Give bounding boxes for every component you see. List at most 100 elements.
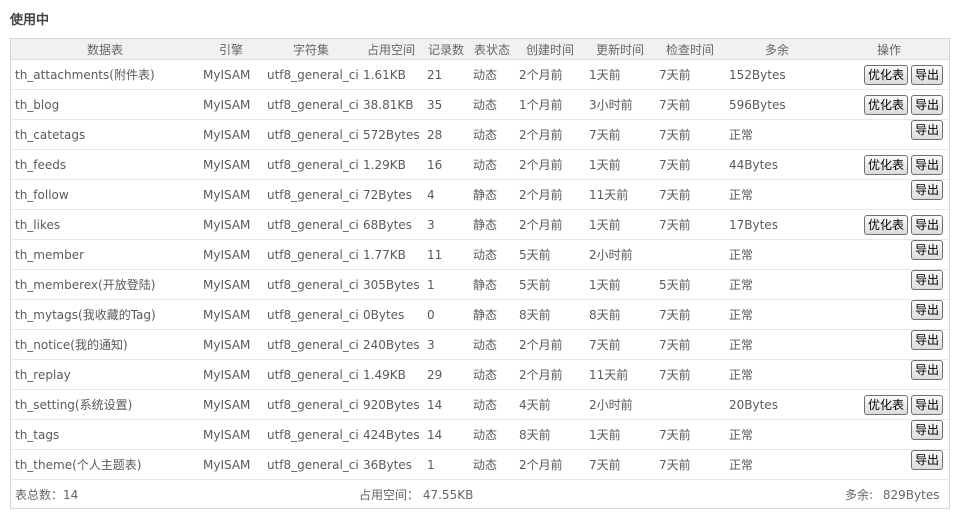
- cell-engine: MyISAM: [199, 419, 263, 450]
- cell-name: th_blog: [11, 89, 199, 120]
- export-table-button[interactable]: 导出: [910, 359, 943, 380]
- table-row: th_notice(我的通知) MyISAM utf8_general_ci 240B…: [11, 329, 949, 360]
- optimize-table-button[interactable]: 优化表: [863, 394, 908, 415]
- cell-rows: 29: [423, 359, 469, 390]
- cell-created: 8天前: [515, 299, 585, 330]
- footer-overhead-cell: 多余: 829Bytes: [515, 480, 949, 509]
- cell-updated: 7天前: [585, 119, 655, 150]
- export-table-button[interactable]: 导出: [910, 94, 943, 115]
- cell-overhead: 正常: [725, 419, 829, 450]
- export-table-button[interactable]: 导出: [910, 179, 943, 200]
- cell-status: 静态: [469, 299, 515, 330]
- cell-checked: 7天前: [655, 149, 725, 180]
- cell-engine: MyISAM: [199, 179, 263, 210]
- header-updated: 更新时间: [585, 39, 655, 60]
- cell-checked: 7天前: [655, 329, 725, 360]
- export-table-button[interactable]: 导出: [910, 329, 943, 350]
- cell-rows: 28: [423, 119, 469, 150]
- header-created: 创建时间: [515, 39, 585, 60]
- cell-size: 38.81KB: [359, 89, 423, 120]
- table-row: th_tags MyISAM utf8_general_ci 424Bytes 14 动态…: [11, 419, 949, 450]
- table-header-row: 数据表 引擎 字符集 占用空间 记录数 表状态 创建时间 更新时间 检查时间 多…: [11, 39, 949, 60]
- cell-name: th_setting(系统设置): [11, 389, 199, 420]
- cell-charset: utf8_general_ci: [263, 239, 359, 270]
- export-table-button[interactable]: 导出: [910, 419, 943, 440]
- cell-overhead: 正常: [725, 359, 829, 390]
- cell-engine: MyISAM: [199, 299, 263, 330]
- cell-overhead: 17Bytes: [725, 209, 829, 240]
- header-overhead: 多余: [725, 39, 829, 60]
- cell-charset: utf8_general_ci: [263, 179, 359, 210]
- cell-updated: 2小时前: [585, 389, 655, 420]
- cell-rows: 16: [423, 149, 469, 180]
- cell-checked: 7天前: [655, 59, 725, 90]
- tables-panel: 数据表 引擎 字符集 占用空间 记录数 表状态 创建时间 更新时间 检查时间 多…: [10, 38, 950, 509]
- cell-checked: 7天前: [655, 359, 725, 390]
- cell-size: 1.49KB: [359, 359, 423, 390]
- export-table-button[interactable]: 导出: [910, 214, 943, 235]
- cell-checked: 7天前: [655, 179, 725, 210]
- cell-charset: utf8_general_ci: [263, 419, 359, 450]
- cell-updated: 3小时前: [585, 89, 655, 120]
- cell-created: 8天前: [515, 419, 585, 450]
- cell-checked: [655, 239, 725, 270]
- cell-created: 2个月前: [515, 209, 585, 240]
- export-table-button[interactable]: 导出: [910, 64, 943, 85]
- cell-engine: MyISAM: [199, 239, 263, 270]
- optimize-table-button[interactable]: 优化表: [863, 154, 908, 175]
- cell-size: 1.61KB: [359, 59, 423, 90]
- optimize-table-button[interactable]: 优化表: [863, 214, 908, 235]
- cell-actions: 导出: [829, 419, 949, 450]
- cell-size: 72Bytes: [359, 179, 423, 210]
- export-table-button[interactable]: 导出: [910, 239, 943, 260]
- cell-rows: 3: [423, 209, 469, 240]
- cell-name: th_memberex(开放登陆): [11, 269, 199, 300]
- cell-status: 动态: [469, 329, 515, 360]
- cell-charset: utf8_general_ci: [263, 59, 359, 90]
- cell-charset: utf8_general_ci: [263, 119, 359, 150]
- table-row: th_likes MyISAM utf8_general_ci 68Bytes 3 静态 2…: [11, 209, 949, 240]
- cell-created: 5天前: [515, 269, 585, 300]
- header-engine: 引擎: [199, 39, 263, 60]
- cell-created: 1个月前: [515, 89, 585, 120]
- cell-checked: 7天前: [655, 209, 725, 240]
- export-table-button[interactable]: 导出: [910, 269, 943, 290]
- cell-overhead: 正常: [725, 239, 829, 270]
- optimize-table-button[interactable]: 优化表: [863, 94, 908, 115]
- table-row: th_replay MyISAM utf8_general_ci 1.49KB 29 动态…: [11, 359, 949, 390]
- cell-actions: 导出: [829, 359, 949, 390]
- optimize-table-button[interactable]: 优化表: [863, 64, 908, 85]
- cell-actions: 导出: [829, 329, 949, 360]
- cell-overhead: 44Bytes: [725, 149, 829, 180]
- cell-status: 动态: [469, 359, 515, 390]
- cell-size: 424Bytes: [359, 419, 423, 450]
- header-checked: 检查时间: [655, 39, 725, 60]
- cell-created: 2个月前: [515, 179, 585, 210]
- cell-overhead: 正常: [725, 119, 829, 150]
- export-table-button[interactable]: 导出: [910, 449, 943, 470]
- cell-updated: 7天前: [585, 449, 655, 480]
- cell-actions: 优化表 导出: [829, 209, 949, 240]
- cell-name: th_notice(我的通知): [11, 329, 199, 360]
- cell-rows: 3: [423, 329, 469, 360]
- cell-engine: MyISAM: [199, 149, 263, 180]
- footer-overhead-label: 多余:: [845, 487, 874, 502]
- header-status: 表状态: [469, 39, 515, 60]
- cell-overhead: 正常: [725, 269, 829, 300]
- export-table-button[interactable]: 导出: [910, 119, 943, 140]
- cell-engine: MyISAM: [199, 449, 263, 480]
- cell-checked: 7天前: [655, 89, 725, 120]
- cell-rows: 14: [423, 389, 469, 420]
- export-table-button[interactable]: 导出: [910, 299, 943, 320]
- cell-name: th_feeds: [11, 149, 199, 180]
- header-rows: 记录数: [423, 39, 469, 60]
- table-row: th_mytags(我收藏的Tag) MyISAM utf8_general_ci 0…: [11, 299, 949, 330]
- export-table-button[interactable]: 导出: [910, 154, 943, 175]
- export-table-button[interactable]: 导出: [910, 394, 943, 415]
- cell-status: 静态: [469, 209, 515, 240]
- cell-updated: 7天前: [585, 329, 655, 360]
- cell-engine: MyISAM: [199, 269, 263, 300]
- cell-engine: MyISAM: [199, 89, 263, 120]
- cell-checked: 7天前: [655, 449, 725, 480]
- footer-space-label: 占用空间：: [359, 487, 420, 502]
